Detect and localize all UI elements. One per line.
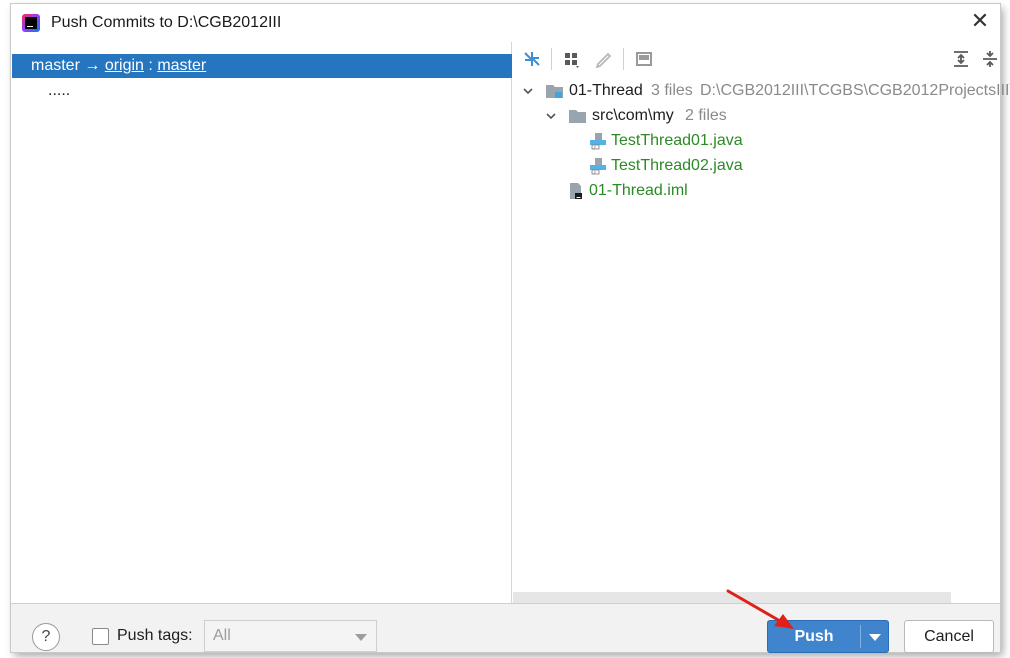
- expand-icon[interactable]: [521, 48, 543, 70]
- chevron-down-icon: [355, 634, 367, 641]
- expand-all-icon[interactable]: [950, 48, 972, 70]
- java-file-icon: J: [589, 157, 607, 182]
- branch-separator: :: [148, 57, 153, 74]
- intellij-logo-icon: [22, 14, 40, 32]
- file-name: TestThread01.java: [611, 132, 743, 149]
- push-commits-dialog: Push Commits to D:\CGB2012III ✕ master →…: [11, 4, 1010, 653]
- file-name: 01-Thread.iml: [589, 182, 688, 199]
- group-by-icon[interactable]: [561, 48, 583, 70]
- remote-branch-link[interactable]: master: [157, 57, 206, 74]
- dialog-title: Push Commits to D:\CGB2012III: [51, 14, 282, 31]
- module-folder-icon: [545, 83, 565, 106]
- svg-text:J: J: [594, 170, 596, 175]
- commits-pane: master → origin : master .....: [12, 42, 512, 603]
- module-path: D:\CGB2012III\TCGBS\CGB2012ProjectsIII\: [700, 82, 1010, 99]
- edit-icon[interactable]: [593, 48, 615, 70]
- file-name: TestThread02.java: [611, 157, 743, 174]
- push-options-dropdown[interactable]: [861, 621, 889, 652]
- push-arrow-icon: →: [84, 57, 101, 74]
- annotation-arrow-icon: [726, 589, 794, 629]
- help-button[interactable]: ?: [32, 623, 60, 651]
- local-branch: master: [31, 57, 80, 74]
- changes-toolbar: [513, 42, 1000, 78]
- svg-text:J: J: [594, 145, 596, 150]
- preview-icon[interactable]: [633, 48, 655, 70]
- module-file-count: 3 files: [651, 82, 693, 99]
- chevron-down-icon[interactable]: [544, 105, 558, 127]
- dialog-footer: ? Push tags: All Push Cancel: [11, 603, 1000, 653]
- close-icon[interactable]: ✕: [970, 10, 990, 32]
- module-name: 01-Thread: [569, 82, 643, 99]
- folder-name: src\com\my: [592, 107, 674, 124]
- push-tags-select[interactable]: All: [204, 620, 377, 652]
- remote-name-link[interactable]: origin: [105, 57, 144, 74]
- java-file-icon: J: [589, 132, 607, 157]
- push-tags-label: Push tags:: [117, 627, 193, 644]
- folder-file-count: 2 files: [685, 107, 727, 124]
- collapse-all-icon[interactable]: [979, 48, 1001, 70]
- caret-down-icon: [869, 634, 881, 641]
- iml-file-icon: [567, 182, 585, 207]
- folder-icon: [568, 108, 588, 131]
- push-tags-checkbox[interactable]: [92, 628, 109, 645]
- chevron-down-icon[interactable]: [521, 80, 535, 102]
- branch-push-row[interactable]: master → origin : master: [12, 54, 512, 78]
- changes-pane: 01-Thread 3 files D:\CGB2012III\TCGBS\CG…: [513, 42, 1010, 603]
- cancel-button[interactable]: Cancel: [904, 620, 994, 653]
- title-bar: Push Commits to D:\CGB2012III ✕: [11, 4, 1000, 42]
- more-commits-item[interactable]: .....: [48, 82, 70, 100]
- push-tags-value: All: [213, 627, 231, 644]
